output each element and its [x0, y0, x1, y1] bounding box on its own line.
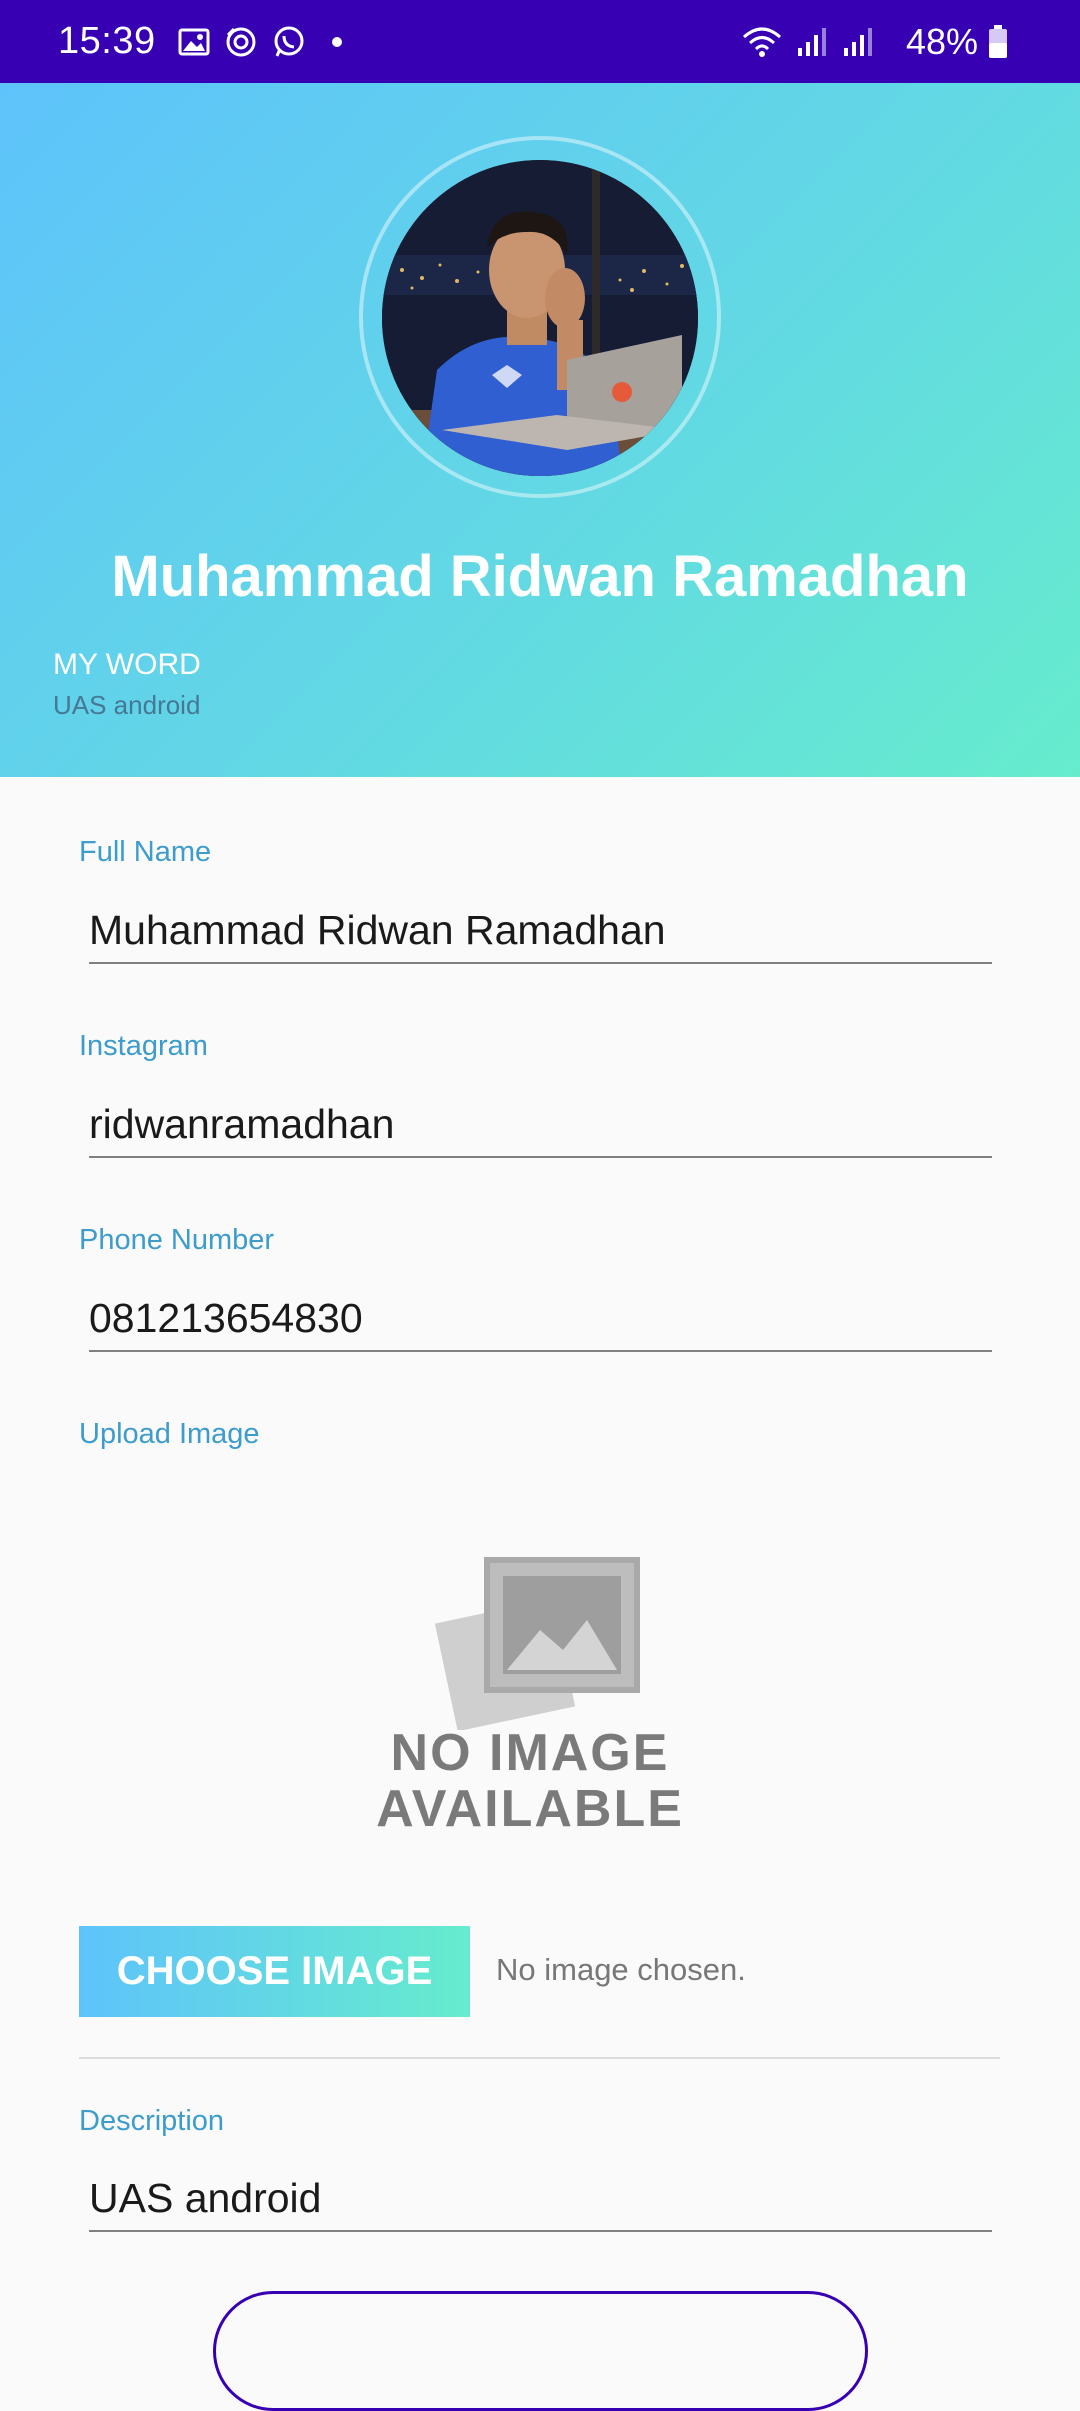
choose-image-button[interactable]: CHOOSE IMAGE [79, 1926, 470, 2017]
wifi-icon [742, 25, 782, 59]
my-word-subtitle: UAS android [53, 690, 201, 720]
battery-icon [988, 24, 1008, 59]
battery-percentage: 48% [905, 20, 978, 62]
whatsapp-icon [272, 25, 306, 59]
phone-number-label: Phone Number [79, 1224, 275, 1256]
description-label: Description [79, 2105, 225, 2137]
profile-header: Muhammad Ridwan Ramadhan MY WORD UAS and… [0, 83, 1080, 777]
signal-icon [796, 26, 828, 58]
instagram-label: Instagram [79, 1030, 208, 1062]
full-name-input[interactable]: Muhammad Ridwan Ramadhan [89, 904, 992, 964]
section-divider [79, 2057, 1000, 2059]
submit-button[interactable] [213, 2291, 868, 2411]
instagram-input[interactable]: ridwanramadhan [89, 1098, 992, 1158]
no-image-line-1: NO IMAGE [390, 1724, 670, 1782]
phone-number-input[interactable]: 081213654830 [89, 1292, 992, 1352]
full-name-label: Full Name [79, 836, 212, 868]
no-image-text: NO IMAGE AVAILABLE [340, 1725, 720, 1837]
sync-icon [224, 25, 258, 59]
profile-name: Muhammad Ridwan Ramadhan [111, 544, 969, 609]
dot-icon [331, 36, 342, 47]
description-input[interactable]: UAS android [89, 2172, 992, 2232]
image-chosen-status: No image chosen. [496, 1952, 746, 1987]
status-bar: 15:39 48% [0, 0, 1080, 83]
status-time: 15:39 [58, 20, 156, 62]
status-right: 48% [742, 21, 1022, 63]
gallery-icon [178, 26, 210, 58]
image-placeholder-icon [434, 1557, 640, 1732]
signal-icon [842, 26, 874, 58]
upload-image-label: Upload Image [79, 1418, 260, 1450]
profile-avatar[interactable] [382, 160, 698, 476]
my-word-title: MY WORD [53, 648, 201, 681]
no-image-line-2: AVAILABLE [376, 1780, 684, 1838]
